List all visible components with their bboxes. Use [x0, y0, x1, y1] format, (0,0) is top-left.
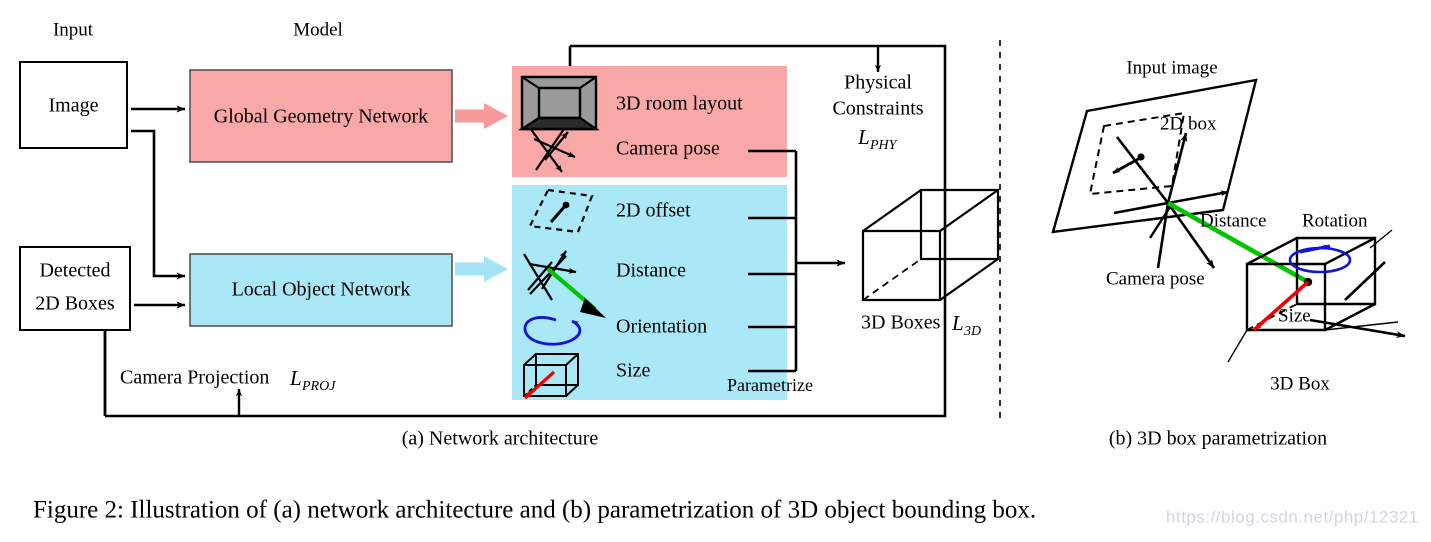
- label-camera-pose-b: Camera pose: [1106, 268, 1205, 289]
- header-model: Model: [293, 19, 343, 40]
- label-3d-box-b: 3D Box: [1270, 373, 1330, 394]
- figure-canvas: Input Model Image Detected 2D Boxes Glob…: [19, 19, 1419, 526]
- physical-constraints-line1: Physical: [844, 72, 912, 94]
- global-network-output-arrow: [455, 103, 508, 129]
- subcaption-a: (a) Network architecture: [402, 428, 599, 450]
- detected-2d-boxes-line1: Detected: [39, 260, 110, 282]
- loss-phy-symbol: L: [857, 125, 870, 149]
- global-geometry-network[interactable]: Global Geometry Network: [189, 69, 453, 163]
- label-orientation: Orientation: [616, 316, 707, 338]
- detected-2d-boxes-line2: 2D Boxes: [35, 293, 115, 315]
- figure-caption: Figure 2: Illustration of (a) network ar…: [33, 497, 1036, 524]
- physical-constraints-line2: Constraints: [832, 98, 923, 120]
- loss-3d-subscript: 3D: [963, 324, 981, 339]
- subcaption-b: (b) 3D box parametrization: [1109, 428, 1327, 450]
- label-input-image: Input image: [1126, 57, 1217, 78]
- loss-proj-symbol: L: [289, 366, 302, 390]
- input-image-plane: [1051, 78, 1258, 234]
- camera-projection-label: Camera Projection L PROJ: [120, 366, 336, 394]
- loss-3d-symbol: L: [951, 311, 964, 335]
- output-3d-box-icon: [861, 188, 1000, 302]
- local-network-output-arrow: [455, 256, 508, 282]
- label-camera-pose: Camera pose: [616, 138, 720, 160]
- rotation-ellipse-b: [1288, 244, 1352, 274]
- room-layout-icon: [517, 75, 600, 131]
- input-box-image-label: Image: [49, 95, 99, 117]
- input-box-detected-2d-boxes[interactable]: Detected 2D Boxes: [19, 246, 131, 331]
- label-distance-b: Distance: [1200, 210, 1266, 231]
- output-3d-boxes-label: 3D Boxes L 3D: [861, 311, 981, 339]
- figure-root: Input Model Image Detected 2D Boxes Glob…: [0, 0, 1431, 542]
- global-geometry-network-label: Global Geometry Network: [214, 106, 428, 128]
- loss-proj-subscript: PROJ: [301, 379, 336, 394]
- label-2d-offset: 2D offset: [616, 200, 691, 222]
- watermark-text: https://blog.csdn.net/php/12321: [1166, 507, 1419, 526]
- camera-projection-text: Camera Projection: [120, 367, 269, 389]
- loss-phy-subscript: PHY: [869, 138, 899, 153]
- label-size-b: Size: [1278, 305, 1311, 326]
- output-3d-boxes-text: 3D Boxes: [861, 312, 941, 334]
- local-object-network[interactable]: Local Object Network: [189, 253, 453, 327]
- local-object-network-label: Local Object Network: [232, 279, 411, 301]
- label-parametrize: Parametrize: [727, 375, 813, 395]
- header-input: Input: [53, 19, 94, 40]
- label-rotation-b: Rotation: [1302, 210, 1368, 231]
- label-3d-room-layout: 3D room layout: [616, 93, 743, 115]
- label-distance: Distance: [616, 260, 686, 282]
- physical-constraints-loss: L PHY: [857, 125, 899, 153]
- label-2d-box: 2D box: [1160, 113, 1217, 134]
- label-size: Size: [616, 360, 651, 382]
- input-box-image[interactable]: Image: [19, 61, 128, 149]
